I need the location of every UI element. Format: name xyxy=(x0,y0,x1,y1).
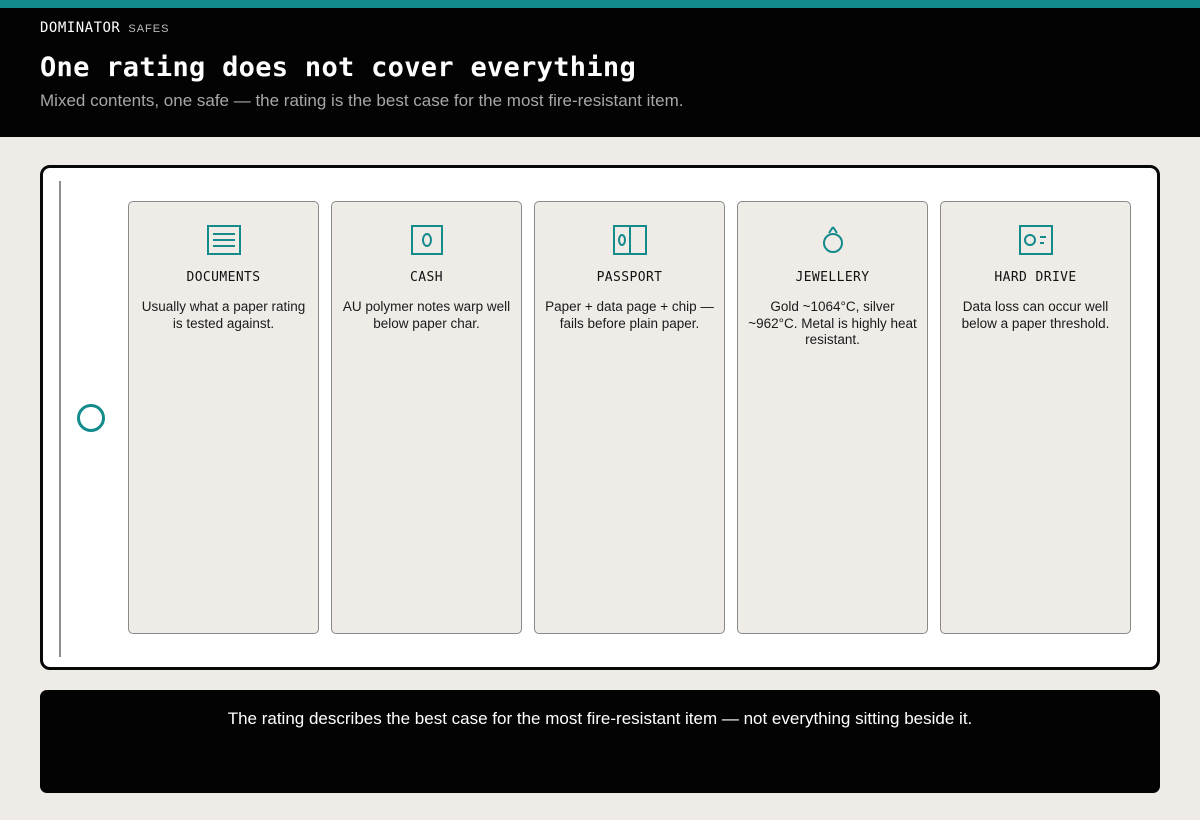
card-label: HARD DRIVE xyxy=(994,270,1077,285)
page-header: DOMINATOR SAFES One rating does not cove… xyxy=(0,8,1200,137)
accent-bar xyxy=(0,0,1200,8)
brand-logo: DOMINATOR SAFES xyxy=(40,20,169,36)
card-label: PASSPORT xyxy=(596,270,663,285)
hard-drive-icon xyxy=(1016,222,1056,258)
card-description: AU polymer notes warp well below paper c… xyxy=(342,299,511,331)
passport-icon xyxy=(610,222,650,258)
card-label: JEWELLERY xyxy=(795,270,870,285)
cash-icon xyxy=(407,222,447,258)
card-description: Gold ~1064°C, silver ~962°C. Metal is hi… xyxy=(748,299,917,347)
card-passport: PASSPORT Paper + data page + chip — fail… xyxy=(534,201,725,634)
rail-handle[interactable] xyxy=(77,404,105,432)
page-subtitle: Mixed contents, one safe — the rating is… xyxy=(40,91,684,110)
jewellery-icon xyxy=(813,222,853,258)
brand-sub: SAFES xyxy=(128,23,170,35)
contents-panel: DOCUMENTS Usually what a paper rating is… xyxy=(40,165,1160,670)
footer-banner: The rating describes the best case for t… xyxy=(40,690,1160,793)
brand-name: DOMINATOR xyxy=(40,20,121,36)
card-hard-drive: HARD DRIVE Data loss can occur well belo… xyxy=(940,201,1131,634)
card-cash: CASH AU polymer notes warp well below pa… xyxy=(331,201,522,634)
card-description: Usually what a paper rating is tested ag… xyxy=(141,299,306,331)
card-label: CASH xyxy=(410,270,443,285)
card-description: Data loss can occur well below a paper t… xyxy=(961,299,1110,331)
document-icon xyxy=(204,222,244,258)
card-documents: DOCUMENTS Usually what a paper rating is… xyxy=(128,201,319,634)
card-row: DOCUMENTS Usually what a paper rating is… xyxy=(128,201,1131,634)
card-jewellery: JEWELLERY Gold ~1064°C, silver ~962°C. M… xyxy=(737,201,928,634)
footer-text: The rating describes the best case for t… xyxy=(227,709,973,728)
page-title: One rating does not cover everything xyxy=(40,52,636,83)
card-label: DOCUMENTS xyxy=(186,270,261,285)
card-description: Paper + data page + chip — fails before … xyxy=(545,299,714,331)
vertical-rail xyxy=(59,181,61,657)
